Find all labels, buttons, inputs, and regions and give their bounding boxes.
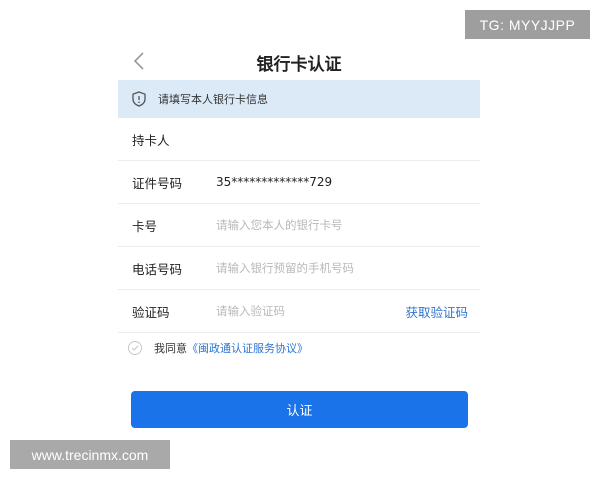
card-number-label: 卡号 <box>132 218 158 234</box>
id-number-row[interactable]: 证件号码 35*************729 <box>118 161 480 204</box>
id-number-value: 35*************729 <box>216 175 333 189</box>
watermark-top: TG: MYYJJPP <box>465 10 590 39</box>
watermark-bottom: www.trecinmx.com <box>10 440 170 469</box>
id-number-label: 证件号码 <box>132 175 183 191</box>
agreement-prefix: 我同意 <box>154 342 187 355</box>
check-circle-icon[interactable] <box>128 341 142 355</box>
shield-icon <box>132 91 146 107</box>
verification-code-label: 验证码 <box>132 304 170 320</box>
agreement: 我同意 《闽政通认证服务协议》 <box>128 338 308 358</box>
get-code-button[interactable]: 获取验证码 <box>405 302 468 321</box>
card-number-input[interactable]: 请输入您本人的银行卡号 <box>216 217 343 233</box>
phone-input[interactable]: 请输入银行预留的手机号码 <box>216 260 354 276</box>
agreement-link[interactable]: 《闽政通认证服务协议》 <box>187 340 308 356</box>
cardholder-label: 持卡人 <box>132 132 170 148</box>
page-title: 银行卡认证 <box>256 55 342 75</box>
header: 银行卡认证 <box>118 40 480 80</box>
verification-code-input[interactable]: 请输入验证码 <box>216 303 285 319</box>
card-number-row[interactable]: 卡号 请输入您本人的银行卡号 <box>118 204 480 247</box>
notice-banner: 请填写本人银行卡信息 <box>118 80 480 118</box>
cardholder-row[interactable]: 持卡人 <box>118 118 480 161</box>
bank-card-verification-panel: 银行卡认证 请填写本人银行卡信息 持卡人 证件号码 35************… <box>118 40 480 440</box>
notice-text: 请填写本人银行卡信息 <box>158 93 268 106</box>
phone-row[interactable]: 电话号码 请输入银行预留的手机号码 <box>118 247 480 290</box>
verify-button[interactable]: 认证 <box>131 391 468 428</box>
verification-code-row[interactable]: 验证码 请输入验证码 获取验证码 <box>118 290 480 333</box>
phone-label: 电话号码 <box>132 261 183 277</box>
